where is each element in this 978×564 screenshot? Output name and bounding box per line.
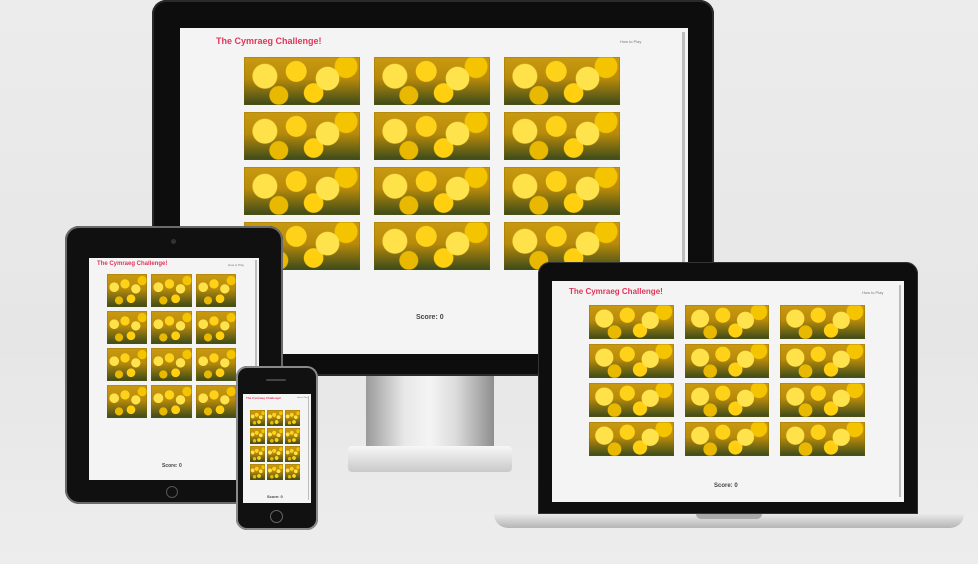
memory-card[interactable] — [244, 57, 360, 105]
memory-card[interactable] — [195, 274, 236, 307]
card-grid — [107, 274, 236, 418]
memory-card[interactable] — [374, 222, 490, 270]
memory-card[interactable] — [267, 410, 283, 426]
score-display: Score: 0 — [714, 483, 738, 489]
memory-card[interactable] — [250, 428, 266, 444]
memory-card[interactable] — [504, 167, 620, 215]
scrollbar[interactable] — [308, 396, 309, 500]
memory-card[interactable] — [284, 446, 300, 462]
memory-card[interactable] — [374, 57, 490, 105]
tablet-screen: The Cymraeg Challenge! How to Play Score… — [89, 258, 259, 480]
card-grid — [244, 57, 620, 270]
memory-card[interactable] — [780, 422, 865, 456]
memory-card[interactable] — [244, 112, 360, 160]
site-title[interactable]: The Cymraeg Challenge! — [246, 396, 281, 400]
memory-card[interactable] — [684, 305, 770, 339]
scrollbar[interactable] — [899, 285, 901, 497]
memory-card[interactable] — [284, 410, 300, 426]
memory-card[interactable] — [195, 385, 236, 418]
memory-card[interactable] — [504, 57, 620, 105]
memory-card[interactable] — [589, 383, 674, 417]
memory-card[interactable] — [250, 446, 266, 462]
memory-card[interactable] — [107, 274, 148, 307]
memory-card[interactable] — [374, 167, 490, 215]
nav-how-to-play[interactable]: How to Play — [862, 290, 883, 295]
phone-home-button[interactable] — [270, 510, 283, 523]
memory-card[interactable] — [780, 383, 865, 417]
phone: The Cymraeg Challenge! How to Play Score… — [236, 366, 318, 530]
nav-how-to-play[interactable]: How to Play — [297, 397, 308, 399]
memory-card[interactable] — [684, 383, 770, 417]
memory-card[interactable] — [151, 311, 192, 344]
card-grid — [589, 305, 865, 456]
score-display: Score: 0 — [267, 494, 283, 499]
laptop-screen: The Cymraeg Challenge! How to Play Score… — [552, 281, 904, 502]
memory-card[interactable] — [589, 344, 674, 378]
phone-screen: The Cymraeg Challenge! How to Play Score… — [243, 394, 311, 503]
phone-speaker — [266, 379, 286, 381]
memory-card[interactable] — [267, 446, 283, 462]
card-grid — [250, 410, 300, 480]
memory-card[interactable] — [589, 305, 674, 339]
memory-card[interactable] — [267, 428, 283, 444]
memory-card[interactable] — [284, 464, 300, 480]
memory-card[interactable] — [780, 305, 865, 339]
tablet-camera — [171, 239, 176, 244]
memory-card[interactable] — [267, 464, 283, 480]
nav-how-to-play[interactable]: How to Play — [228, 263, 244, 267]
memory-card[interactable] — [684, 344, 770, 378]
memory-card[interactable] — [244, 167, 360, 215]
site-title[interactable]: The Cymraeg Challenge! — [569, 287, 663, 296]
monitor-base — [348, 446, 512, 472]
memory-card[interactable] — [107, 311, 148, 344]
site-title[interactable]: The Cymraeg Challenge! — [216, 36, 322, 46]
memory-card[interactable] — [107, 348, 148, 381]
nav-how-to-play[interactable]: How to Play — [620, 39, 641, 44]
laptop: The Cymraeg Challenge! How to Play Score… — [494, 262, 964, 532]
memory-card[interactable] — [250, 464, 266, 480]
site-title[interactable]: The Cymraeg Challenge! — [97, 261, 167, 267]
memory-card[interactable] — [284, 428, 300, 444]
memory-card[interactable] — [374, 112, 490, 160]
laptop-notch — [696, 514, 762, 519]
memory-card[interactable] — [589, 422, 674, 456]
memory-card[interactable] — [151, 274, 192, 307]
score-display: Score: 0 — [416, 314, 444, 321]
memory-card[interactable] — [195, 311, 236, 344]
tablet-home-button[interactable] — [166, 486, 178, 498]
memory-card[interactable] — [684, 422, 770, 456]
memory-card[interactable] — [151, 348, 192, 381]
memory-card[interactable] — [780, 344, 865, 378]
memory-card[interactable] — [107, 385, 148, 418]
memory-card[interactable] — [250, 410, 266, 426]
memory-card[interactable] — [151, 385, 192, 418]
score-display: Score: 0 — [162, 463, 182, 469]
memory-card[interactable] — [504, 112, 620, 160]
memory-card[interactable] — [195, 348, 236, 381]
monitor-stand — [366, 376, 494, 446]
